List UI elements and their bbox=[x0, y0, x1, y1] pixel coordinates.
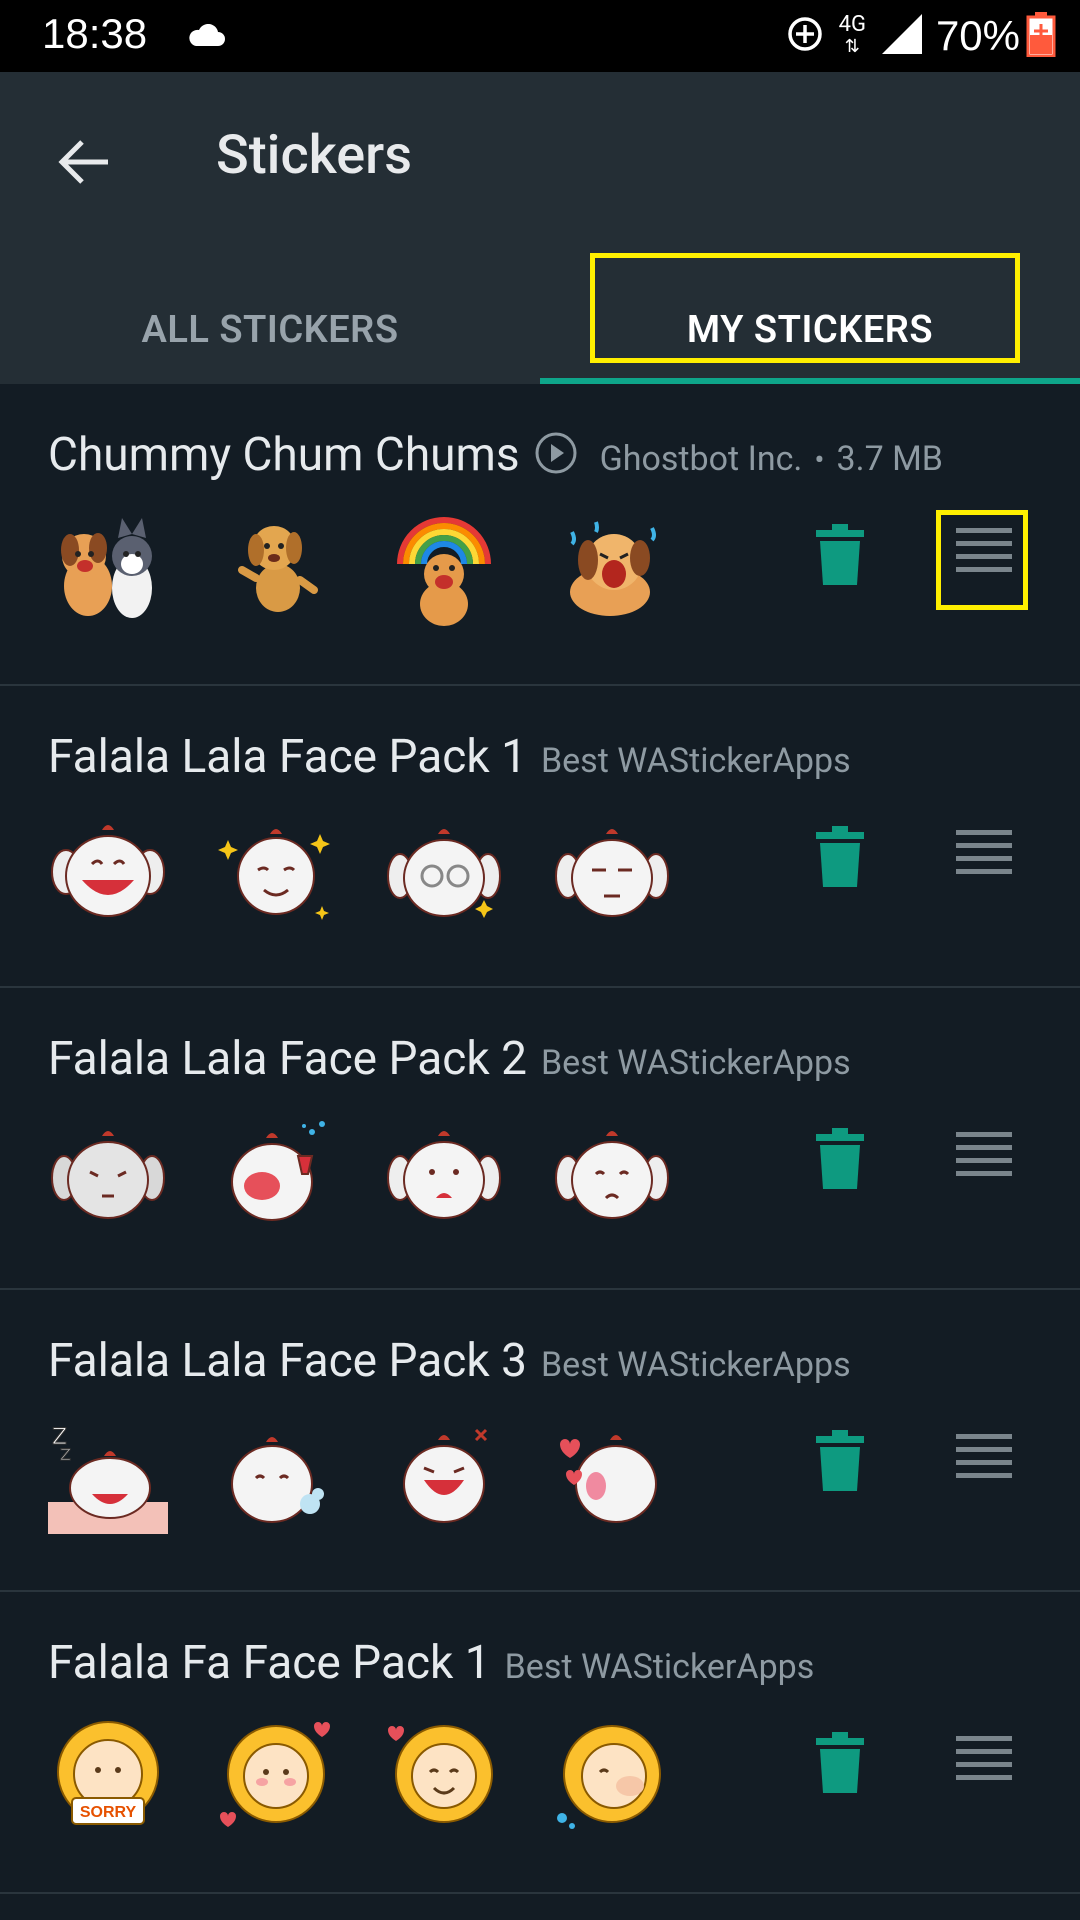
sticker-face-sad bbox=[387, 1131, 501, 1219]
sticker-pack-row[interactable]: Falala Lala Face Pack 1 Best WAStickerAp… bbox=[0, 686, 1080, 988]
sticker-face-grey bbox=[51, 1131, 165, 1219]
sticker-face-sneeze bbox=[231, 1437, 324, 1523]
status-bar: 18:38 4G ⇅ 70% bbox=[0, 0, 1080, 72]
pack-publisher: Best WAStickerApps bbox=[540, 741, 851, 781]
sticker-face-crying-loud bbox=[403, 1428, 488, 1523]
pack-publisher: Best WAStickerApps bbox=[504, 1647, 815, 1687]
sticker-rainbow-dog bbox=[397, 517, 491, 626]
pack-name: Falala Lala Face Pack 3 bbox=[48, 1334, 527, 1388]
delete-pack-button[interactable] bbox=[816, 1732, 864, 1796]
pack-publisher: Best WAStickerApps bbox=[540, 1043, 851, 1083]
back-arrow-icon bbox=[58, 140, 108, 184]
reorder-handle-icon[interactable] bbox=[956, 1734, 1012, 1784]
pack-name: Falala Lala Face Pack 1 bbox=[48, 730, 527, 784]
tab-all-stickers[interactable]: ALL STICKERS bbox=[0, 276, 540, 384]
battery-percent: 70% bbox=[935, 12, 1020, 59]
sticker-lion-sign: SORRY bbox=[57, 1721, 159, 1825]
page-title: Stickers bbox=[216, 124, 413, 187]
pack-publisher: Best WAStickerApps bbox=[540, 1345, 851, 1385]
sticker-preview-row bbox=[48, 508, 720, 628]
reorder-handle-icon[interactable] bbox=[956, 526, 1012, 576]
reorder-handle-icon[interactable] bbox=[956, 1130, 1012, 1180]
sticker-face-annoyed bbox=[555, 829, 669, 917]
delete-pack-button[interactable] bbox=[816, 1128, 864, 1192]
sticker-golden-dog bbox=[238, 526, 318, 612]
sticker-lion-shy bbox=[557, 1725, 661, 1829]
sticker-lion-hearts bbox=[220, 1722, 330, 1827]
app-bar: Stickers ALL STICKERS MY STICKERS bbox=[0, 72, 1080, 384]
tab-bar: ALL STICKERS MY STICKERS bbox=[0, 276, 1080, 384]
data-saver-icon bbox=[785, 14, 825, 58]
sticker-preview-row bbox=[48, 810, 720, 930]
sticker-pack-row[interactable]: Chummy Chum Chums Ghostbot Inc. • 3.7 MB bbox=[0, 384, 1080, 686]
network-type: 4G ⇅ bbox=[838, 12, 866, 58]
status-time: 18:38 bbox=[42, 10, 148, 57]
sticker-lion-happy bbox=[388, 1725, 493, 1823]
tab-my-stickers[interactable]: MY STICKERS bbox=[540, 276, 1080, 384]
delete-pack-button[interactable] bbox=[816, 1430, 864, 1494]
sticker-pack-row[interactable]: Falala Lala Face Pack 2 Best WAStickerAp… bbox=[0, 988, 1080, 1290]
pack-name: Falala Fa Face Pack 1 bbox=[48, 1636, 491, 1690]
sticker-preview-row bbox=[48, 1112, 720, 1232]
sticker-preview-row: ZZ bbox=[48, 1414, 720, 1534]
sticker-crying-dog bbox=[570, 521, 656, 616]
pack-name: Falala Lala Face Pack 2 bbox=[48, 1032, 527, 1086]
sticker-face-pout bbox=[555, 1131, 669, 1219]
pack-publisher: Ghostbot Inc. bbox=[599, 439, 803, 479]
animated-play-icon bbox=[534, 431, 578, 479]
delete-pack-button[interactable] bbox=[816, 826, 864, 890]
back-button[interactable] bbox=[44, 122, 124, 202]
sticker-pack-row[interactable]: Falala Fa Face Pack 1 Best WAStickerApps… bbox=[0, 1592, 1080, 1894]
battery-charging-icon bbox=[1026, 11, 1056, 61]
sticker-face-sparkle bbox=[218, 829, 330, 920]
sticker-face-drinking bbox=[231, 1121, 325, 1221]
delete-pack-button[interactable] bbox=[816, 524, 864, 588]
cloud-icon bbox=[186, 23, 226, 52]
sticker-preview-row: SORRY bbox=[48, 1716, 720, 1836]
reorder-handle-icon[interactable] bbox=[956, 1432, 1012, 1482]
pack-size: 3.7 MB bbox=[836, 439, 943, 479]
sticker-dog-husky bbox=[61, 518, 152, 618]
svg-text:Z: Z bbox=[60, 1445, 71, 1464]
signal-icon bbox=[880, 12, 924, 60]
sticker-face-glasses bbox=[387, 829, 501, 918]
sticker-pack-list: Chummy Chum Chums Ghostbot Inc. • 3.7 MB bbox=[0, 384, 1080, 1894]
separator-dot: • bbox=[814, 443, 825, 478]
svg-text:SORRY: SORRY bbox=[80, 1804, 137, 1821]
sticker-pack-row[interactable]: Falala Lala Face Pack 3 Best WAStickerAp… bbox=[0, 1290, 1080, 1592]
sticker-face-laughing bbox=[51, 825, 165, 917]
sticker-face-kiss bbox=[560, 1435, 657, 1523]
pack-name: Chummy Chum Chums bbox=[48, 428, 520, 482]
sticker-face-sleeping: ZZ bbox=[48, 1425, 168, 1534]
reorder-handle-icon[interactable] bbox=[956, 828, 1012, 878]
